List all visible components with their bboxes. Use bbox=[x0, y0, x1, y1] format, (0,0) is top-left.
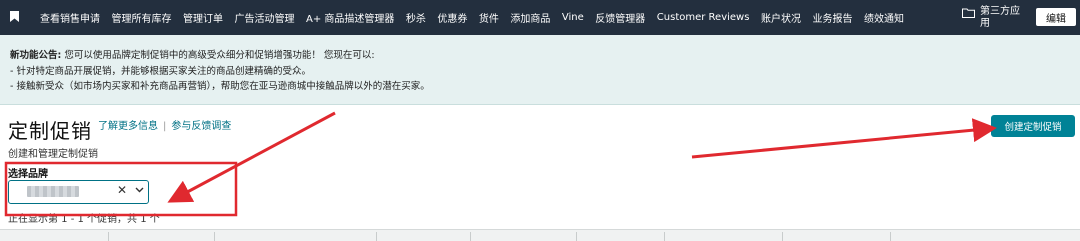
link-separator: | bbox=[163, 121, 167, 132]
announcement-title: 新功能公告: bbox=[10, 50, 62, 61]
nav-item-campaign-manager[interactable]: 广告活动管理 bbox=[235, 10, 295, 25]
bookmark-icon[interactable] bbox=[10, 11, 19, 22]
nav-item-performance-notifications[interactable]: 绩效通知 bbox=[864, 10, 904, 25]
column-divider bbox=[376, 232, 377, 241]
third-party-apps-link[interactable]: 第三方应用 bbox=[962, 6, 1032, 32]
close-icon[interactable]: ✕ bbox=[117, 183, 127, 197]
folder-icon bbox=[962, 8, 975, 18]
nav-item-manage-orders[interactable]: 管理订单 bbox=[183, 10, 223, 25]
nav-item-shipments[interactable]: 货件 bbox=[479, 10, 499, 25]
announcement-line-3: - 接触新受众（如市场内买家和补充商品再营销），帮助您在亚马逊商城中接触品牌以外… bbox=[10, 81, 430, 92]
nav-item-coupons[interactable]: 优惠券 bbox=[437, 10, 467, 25]
edit-nav-button[interactable]: 编辑 bbox=[1036, 8, 1076, 26]
nav-item-account-health[interactable]: 账户状况 bbox=[761, 10, 801, 25]
page-subtitle: 创建和管理定制促销 bbox=[8, 149, 98, 160]
nav-item-add-products[interactable]: 添加商品 bbox=[510, 10, 550, 25]
nav-item-a-plus-manager[interactable]: A+ 商品描述管理器 bbox=[306, 10, 394, 25]
announcement-text-1: 您可以使用品牌定制促销中的高级受众细分和促销增强功能！ 您现在可以: bbox=[61, 50, 375, 61]
nav-item-feedback-manager[interactable]: 反馈管理器 bbox=[595, 10, 645, 25]
blurred-brand-value bbox=[27, 186, 79, 197]
nav-items: 查看销售申请 管理所有库存 管理订单 广告活动管理 A+ 商品描述管理器 秒杀 … bbox=[40, 0, 915, 35]
annotation-arrow-right bbox=[691, 118, 997, 159]
nav-item-lightning-deals[interactable]: 秒杀 bbox=[406, 10, 426, 25]
nav-item-sales-requests[interactable]: 查看销售申请 bbox=[40, 10, 100, 25]
create-promotion-button[interactable]: 创建定制促销 bbox=[991, 115, 1075, 137]
column-divider bbox=[782, 232, 783, 241]
nav-item-manage-inventory[interactable]: 管理所有库存 bbox=[112, 10, 172, 25]
top-nav-bar: 查看销售申请 管理所有库存 管理订单 广告活动管理 A+ 商品描述管理器 秒杀 … bbox=[0, 0, 1080, 35]
results-count-text: 正在显示第 1 - 1 个促销，共 1 个 bbox=[8, 214, 160, 225]
third-party-apps-label: 第三方应用 bbox=[980, 6, 1020, 29]
nav-item-customer-reviews[interactable]: Customer Reviews bbox=[657, 12, 750, 23]
announcement-line-1: 新功能公告: 您可以使用品牌定制促销中的高级受众细分和促销增强功能！ 您现在可以… bbox=[10, 47, 375, 61]
column-divider bbox=[576, 232, 577, 241]
column-divider bbox=[470, 232, 471, 241]
brand-select[interactable]: ✕ bbox=[8, 180, 149, 204]
column-divider bbox=[108, 232, 109, 241]
promotions-table-header bbox=[0, 229, 1080, 241]
nav-item-business-reports[interactable]: 业务报告 bbox=[812, 10, 852, 25]
feedback-survey-link[interactable]: 参与反馈调查 bbox=[171, 121, 231, 132]
nav-item-vine[interactable]: Vine bbox=[562, 12, 584, 23]
column-divider bbox=[890, 232, 891, 241]
page-title: 定制促销 bbox=[8, 119, 92, 143]
brand-select-label: 选择品牌 bbox=[8, 169, 48, 180]
chevron-down-icon[interactable] bbox=[135, 185, 144, 194]
column-divider bbox=[214, 232, 215, 241]
column-divider bbox=[664, 232, 665, 241]
announcement-line-2: - 针对特定商品开展促销，并能够根据买家关注的商品创建精确的受众。 bbox=[10, 66, 311, 77]
learn-more-link[interactable]: 了解更多信息 bbox=[98, 121, 158, 132]
header-links: 了解更多信息 | 参与反馈调查 bbox=[98, 117, 231, 132]
feature-announcement-banner: 新功能公告: 您可以使用品牌定制促销中的高级受众细分和促销增强功能！ 您现在可以… bbox=[0, 35, 1080, 105]
